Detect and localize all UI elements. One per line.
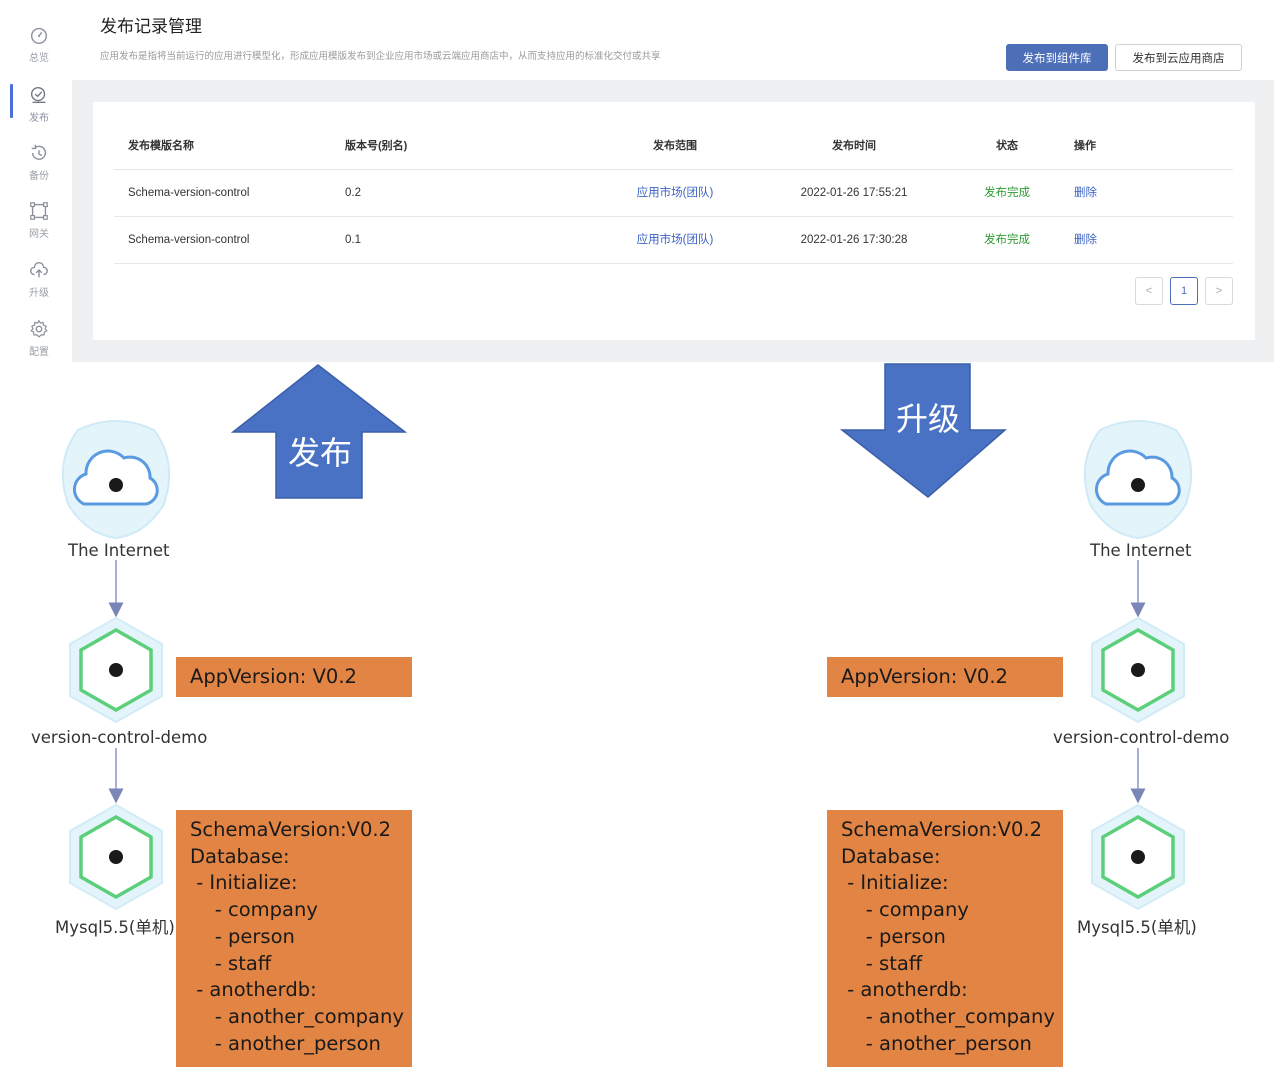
row-delete-link[interactable]: 删除 xyxy=(1074,170,1097,217)
upgrade-arrow-label: 升级 xyxy=(896,400,961,438)
table-header: 发布模版名称 版本号(别名) 发布范围 发布时间 状态 操作 xyxy=(114,123,1233,170)
right-app-label: version-control-demo xyxy=(1053,728,1230,747)
sidebar-item-label: 备份 xyxy=(29,171,49,182)
upgrade-cloud-icon xyxy=(30,262,48,278)
row-name: Schema-version-control xyxy=(128,234,250,246)
left-db-hexagon-icon xyxy=(68,803,164,911)
row-version: 0.2 xyxy=(345,187,361,199)
backup-icon xyxy=(31,144,47,160)
right-internet-cloud-icon xyxy=(1083,419,1193,540)
right-app-version-box: AppVersion: V0.2 xyxy=(827,657,1063,697)
publish-to-component-library-button[interactable]: 发布到组件库 xyxy=(1006,44,1108,71)
sidebar-item-backup[interactable]: 备份 xyxy=(10,142,68,192)
row-time: 2022-01-26 17:30:28 xyxy=(800,234,908,246)
right-schema-version-box: SchemaVersion:V0.2 Database: - Initializ… xyxy=(827,810,1063,1067)
row-delete-link[interactable]: 删除 xyxy=(1074,217,1097,264)
column-header-action: 操作 xyxy=(1074,140,1096,152)
left-app-version-box: AppVersion: V0.2 xyxy=(176,657,412,697)
dashboard-icon xyxy=(30,27,48,44)
page-description: 应用发布是指将当前运行的应用进行模型化，形成应用模版发布到企业应用市场或云端应用… xyxy=(100,51,661,62)
publish-icon xyxy=(30,86,46,104)
column-header-name: 发布模版名称 xyxy=(128,140,194,152)
left-schema-version-box: SchemaVersion:V0.2 Database: - Initializ… xyxy=(176,810,412,1067)
sidebar-item-publish[interactable]: 发布 xyxy=(10,84,68,134)
left-app-label: version-control-demo xyxy=(31,728,208,747)
right-app-hexagon-icon xyxy=(1090,616,1186,724)
right-db-hexagon-icon xyxy=(1090,803,1186,911)
sidebar-item-upgrade[interactable]: 升级 xyxy=(10,259,68,309)
column-header-time: 发布时间 xyxy=(832,140,876,152)
left-app-hexagon-icon xyxy=(68,616,164,724)
row-version: 0.1 xyxy=(345,234,361,246)
row-name: Schema-version-control xyxy=(128,187,250,199)
sidebar-item-gateway[interactable]: 网关 xyxy=(10,200,68,250)
gateway-icon xyxy=(30,202,48,220)
column-header-version: 版本号(别名) xyxy=(345,140,408,152)
column-header-scope: 发布范围 xyxy=(653,140,697,152)
sidebar-item-overview[interactable]: 总览 xyxy=(10,24,68,74)
row-time: 2022-01-26 17:55:21 xyxy=(800,187,908,199)
publish-arrow-label: 发布 xyxy=(288,434,353,472)
publish-to-cloud-store-button[interactable]: 发布到云应用商店 xyxy=(1115,44,1242,71)
right-db-label: Mysql5.5(单机) xyxy=(1077,914,1197,938)
left-internet-cloud-icon xyxy=(61,419,171,540)
row-status: 发布完成 xyxy=(984,234,1030,246)
table-row: Schema-version-control 0.1 应用市场(团队) 2022… xyxy=(114,217,1233,264)
pagination-page-1[interactable]: 1 xyxy=(1170,277,1198,305)
left-internet-label: The Internet xyxy=(68,541,170,560)
row-scope-link[interactable]: 应用市场(团队) xyxy=(634,170,716,217)
right-internet-label: The Internet xyxy=(1090,541,1192,560)
sidebar-item-label: 发布 xyxy=(29,113,49,124)
sidebar-item-label: 配置 xyxy=(29,347,49,358)
pagination-prev-button[interactable]: < xyxy=(1135,277,1163,305)
table-row: Schema-version-control 0.2 应用市场(团队) 2022… xyxy=(114,170,1233,217)
row-status: 发布完成 xyxy=(984,187,1030,199)
gear-icon xyxy=(30,319,48,338)
column-header-status: 状态 xyxy=(996,140,1018,152)
sidebar-item-label: 总览 xyxy=(29,53,49,64)
page-title: 发布记录管理 xyxy=(100,17,202,36)
sidebar-item-label: 升级 xyxy=(29,288,49,299)
sidebar: 总览 发布 备份 网关 升级 配置 xyxy=(0,0,72,362)
row-scope-link[interactable]: 应用市场(团队) xyxy=(634,217,716,264)
pagination-next-button[interactable]: > xyxy=(1205,277,1233,305)
sidebar-item-label: 网关 xyxy=(29,229,49,240)
left-db-label: Mysql5.5(单机) xyxy=(55,914,175,938)
sidebar-item-config[interactable]: 配置 xyxy=(10,318,68,368)
